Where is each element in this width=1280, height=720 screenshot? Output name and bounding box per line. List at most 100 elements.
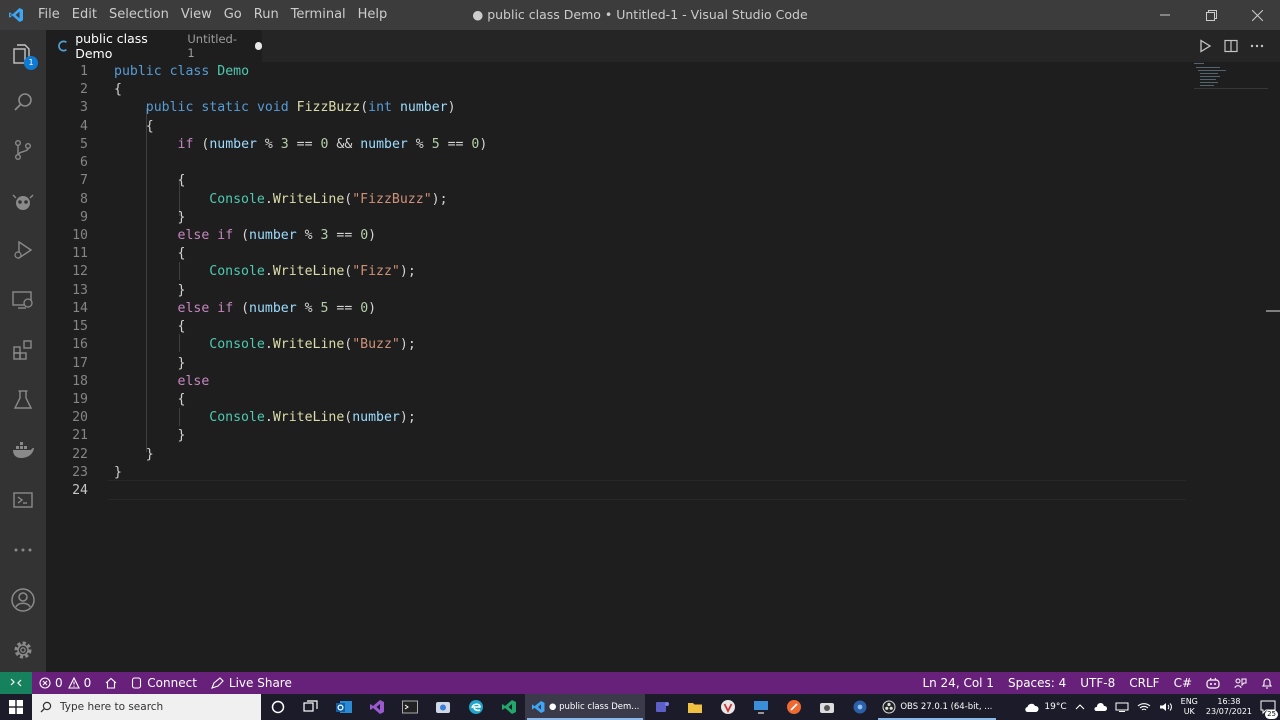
visual-studio-icon[interactable] xyxy=(360,694,393,720)
language-mode[interactable]: C# xyxy=(1167,672,1199,694)
vscode-taskbar-icon[interactable] xyxy=(492,694,525,720)
code-line[interactable]: 18 else xyxy=(46,373,1186,391)
code-line[interactable]: 14 else if (number % 5 == 0) xyxy=(46,300,1186,318)
connect-button[interactable]: Connect xyxy=(124,672,204,694)
run-file-button[interactable] xyxy=(1192,33,1218,59)
accounts-icon[interactable] xyxy=(0,576,46,624)
code-token: } xyxy=(114,446,154,462)
vivaldi-icon[interactable] xyxy=(711,694,744,720)
encoding[interactable]: UTF-8 xyxy=(1073,672,1122,694)
postman-icon[interactable] xyxy=(777,694,810,720)
close-button[interactable] xyxy=(1234,0,1280,30)
app-blue-circle-icon[interactable] xyxy=(843,694,876,720)
obs-window-button[interactable]: OBS 27.0.1 (64-bit, ... xyxy=(876,694,998,720)
tab-untitled-1[interactable]: public class Demo Untitled-1 xyxy=(46,30,262,62)
volume-icon[interactable] xyxy=(1155,694,1177,720)
wifi-icon[interactable] xyxy=(1133,694,1155,720)
copilot-button[interactable] xyxy=(1199,672,1227,694)
code-line[interactable]: 8 Console.WriteLine("FizzBuzz"); xyxy=(46,191,1186,209)
code-line[interactable]: 11 { xyxy=(46,245,1186,263)
code-line[interactable]: 19 { xyxy=(46,391,1186,409)
menu-view[interactable]: View xyxy=(175,0,218,30)
cortana-icon[interactable] xyxy=(261,694,294,720)
network-icon[interactable] xyxy=(1111,694,1133,720)
code-line[interactable]: 1 public class Demo xyxy=(46,63,1186,81)
restore-button[interactable] xyxy=(1188,0,1234,30)
snipping-tool-icon[interactable] xyxy=(426,694,459,720)
task-view-icon[interactable] xyxy=(294,694,327,720)
code-line[interactable]: 15 { xyxy=(46,318,1186,336)
powershell-icon[interactable] xyxy=(0,476,46,524)
problems-button[interactable]: 0 0 xyxy=(32,672,98,694)
action-center-button[interactable]: 25 xyxy=(1256,694,1280,720)
code-line[interactable]: 10 else if (number % 3 == 0) xyxy=(46,227,1186,245)
more-icon[interactable] xyxy=(0,526,46,574)
manage-gear-icon[interactable] xyxy=(0,626,46,674)
source-control-icon[interactable] xyxy=(0,126,46,174)
code-line[interactable]: 4 { xyxy=(46,118,1186,136)
code-editor[interactable]: 1 public class Demo 2{3 public static void… xyxy=(46,62,1280,672)
camera-icon[interactable] xyxy=(810,694,843,720)
home-button[interactable] xyxy=(98,672,124,694)
menu-file[interactable]: File xyxy=(32,0,66,30)
end-of-line[interactable]: CRLF xyxy=(1122,672,1166,694)
search-icon[interactable] xyxy=(0,78,46,126)
remote-indicator-button[interactable] xyxy=(0,672,32,694)
code-line[interactable]: 7 { xyxy=(46,172,1186,190)
remote-explorer-icon[interactable] xyxy=(0,276,46,324)
indentation[interactable]: Spaces: 4 xyxy=(1001,672,1073,694)
teams-icon[interactable] xyxy=(645,694,678,720)
feedback-button[interactable] xyxy=(1227,672,1254,694)
code-line[interactable]: 12 Console.WriteLine("Fizz"); xyxy=(46,263,1186,281)
menu-help[interactable]: Help xyxy=(352,0,394,30)
vscode-window-label: ● public class Dem... xyxy=(549,702,640,712)
code-line[interactable]: 3 public static void FizzBuzz(int number… xyxy=(46,99,1186,117)
input-language-button[interactable]: ENG UK xyxy=(1177,694,1202,720)
minimap[interactable] xyxy=(1192,62,1268,92)
start-button[interactable] xyxy=(0,694,32,720)
menu-go[interactable]: Go xyxy=(218,0,248,30)
code-line[interactable]: 2{ xyxy=(46,81,1186,99)
live-share-button[interactable]: Live Share xyxy=(204,672,299,694)
menu-run[interactable]: Run xyxy=(248,0,285,30)
more-actions-button[interactable] xyxy=(1244,33,1270,59)
cursor-position[interactable]: Ln 24, Col 1 xyxy=(915,672,1001,694)
testing-icon[interactable] xyxy=(0,376,46,424)
code-line[interactable]: 16 Console.WriteLine("Buzz"); xyxy=(46,336,1186,354)
code-line[interactable]: 22 } xyxy=(46,446,1186,464)
remote-desktop-icon[interactable] xyxy=(744,694,777,720)
code-line[interactable]: 17 } xyxy=(46,355,1186,373)
code-line[interactable]: 5 if (number % 3 == 0 && number % 5 == 0… xyxy=(46,136,1186,154)
code-line[interactable]: 21 } xyxy=(46,427,1186,445)
minimize-button[interactable] xyxy=(1142,0,1188,30)
docker-icon[interactable] xyxy=(0,426,46,474)
file-explorer-icon[interactable] xyxy=(678,694,711,720)
edge-icon[interactable] xyxy=(459,694,492,720)
tray-chevron-icon[interactable] xyxy=(1071,694,1089,720)
clock-button[interactable]: 16:38 23/07/2021 xyxy=(1202,694,1256,720)
extensions-icon[interactable] xyxy=(0,326,46,374)
code-line[interactable]: 6 xyxy=(46,154,1186,172)
taskbar-search-box[interactable]: Type here to search xyxy=(32,694,261,720)
menu-edit[interactable]: Edit xyxy=(66,0,103,30)
onedrive-icon[interactable] xyxy=(1089,694,1111,720)
terminal-icon[interactable] xyxy=(393,694,426,720)
code-line[interactable]: 23} xyxy=(46,464,1186,482)
code-token: == xyxy=(439,136,472,152)
code-line[interactable]: 9 } xyxy=(46,209,1186,227)
code-line[interactable]: 20 Console.WriteLine(number); xyxy=(46,409,1186,427)
weather-button[interactable]: 19°C xyxy=(1019,694,1070,720)
code-line[interactable]: 24 xyxy=(46,482,1186,500)
menu-selection[interactable]: Selection xyxy=(103,0,175,30)
vscode-window-button[interactable]: ● public class Dem... xyxy=(525,694,646,720)
code-line[interactable]: 13 } xyxy=(46,282,1186,300)
run-debug-icon[interactable] xyxy=(0,226,46,274)
explorer-icon[interactable]: 1 xyxy=(0,30,46,78)
menu-terminal[interactable]: Terminal xyxy=(285,0,352,30)
notifications-button[interactable] xyxy=(1254,672,1280,694)
unsaved-dot-icon[interactable] xyxy=(254,42,262,50)
outlook-icon[interactable] xyxy=(327,694,360,720)
debug-alt-icon[interactable] xyxy=(0,178,46,226)
split-editor-button[interactable] xyxy=(1218,33,1244,59)
